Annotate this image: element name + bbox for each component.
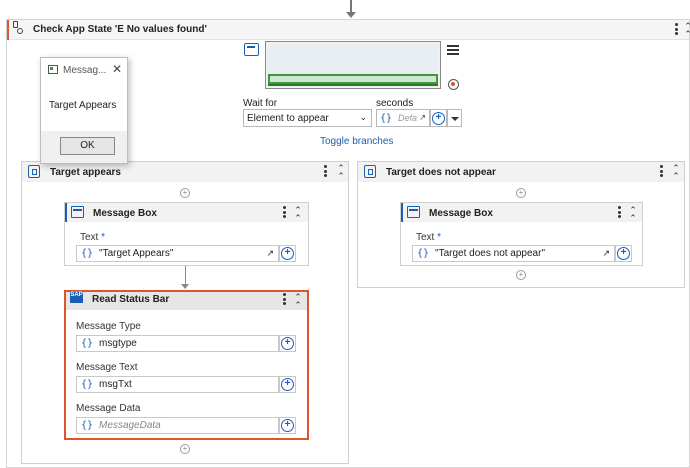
- chevron-down-icon: ⌄: [359, 112, 367, 122]
- expression-icon: {}: [81, 248, 94, 259]
- expression-icon: {}: [81, 338, 94, 349]
- expression-icon: {}: [380, 112, 393, 124]
- seconds-dropdown-button[interactable]: [447, 109, 462, 127]
- plus-icon: +: [432, 111, 445, 125]
- caret-down-icon: [451, 117, 459, 121]
- message-text-label: Message Text: [76, 362, 138, 373]
- expression-icon: {}: [81, 420, 94, 431]
- message-type-add-button[interactable]: +: [279, 335, 296, 352]
- text-label: Text *: [80, 232, 106, 243]
- message-type-input[interactable]: {} msgtype: [76, 335, 279, 352]
- message-box-menu-icon[interactable]: [282, 206, 286, 218]
- text-value: "Target does not appear": [435, 248, 545, 259]
- target-screenshot: [265, 41, 441, 89]
- target-status-icon[interactable]: [448, 79, 459, 90]
- text-input[interactable]: {} "Target Appears" ↗: [76, 245, 279, 262]
- message-text-add-button[interactable]: +: [279, 376, 296, 393]
- check-app-state-icon: [12, 21, 24, 35]
- message-box-collapse-icon[interactable]: ⌃ ⌃: [628, 206, 638, 223]
- sequence-icon: [28, 165, 40, 178]
- expand-icon[interactable]: ↗: [602, 248, 610, 259]
- message-box-icon: [71, 206, 84, 218]
- read-status-bar-collapse-icon[interactable]: ⌃ ⌃: [293, 293, 303, 310]
- plus-icon: +: [281, 378, 294, 391]
- read-status-bar-title: Read Status Bar: [92, 294, 170, 305]
- text-add-button[interactable]: +: [615, 245, 632, 262]
- toggle-branches-link[interactable]: Toggle branches: [320, 136, 393, 147]
- add-activity-icon[interactable]: +: [516, 270, 526, 280]
- read-status-bar-menu-icon[interactable]: [282, 293, 286, 305]
- text-label: Text *: [416, 232, 442, 243]
- incoming-arrow-icon: [346, 12, 356, 18]
- dialog-title: Messag...: [63, 65, 107, 76]
- message-box-title: Message Box: [93, 208, 157, 219]
- add-activity-icon[interactable]: +: [180, 188, 190, 198]
- message-data-label: Message Data: [76, 403, 141, 414]
- wait-for-select[interactable]: Element to appear ⌄: [243, 109, 372, 127]
- ok-button-label: OK: [80, 140, 95, 151]
- wait-for-label: Wait for: [243, 98, 278, 109]
- message-text-input[interactable]: {} msgTxt: [76, 376, 279, 393]
- dialog-app-icon: [48, 65, 58, 74]
- activity-title: Check App State 'E No values found': [33, 24, 207, 35]
- seconds-input[interactable]: {} Defa ↗: [376, 109, 430, 127]
- arrow-down-icon: [181, 284, 189, 289]
- seconds-label: seconds: [376, 98, 414, 109]
- message-type-value: msgtype: [99, 338, 137, 349]
- plus-icon: +: [281, 337, 294, 350]
- text-add-button[interactable]: +: [279, 245, 296, 262]
- branch-collapse-icon[interactable]: ⌃ ⌃: [336, 164, 346, 181]
- message-text-value: msgTxt: [99, 379, 132, 390]
- branch-menu-icon[interactable]: [659, 165, 663, 177]
- expression-icon: {}: [417, 248, 430, 259]
- indicate-target-icon[interactable]: [244, 43, 259, 56]
- message-box-icon: [407, 206, 420, 218]
- branch-menu-icon[interactable]: [323, 165, 327, 177]
- seconds-add-button[interactable]: +: [430, 109, 447, 127]
- target-appears-title: Target appears: [50, 167, 121, 178]
- expression-icon: {}: [81, 379, 94, 390]
- message-data-add-button[interactable]: +: [279, 417, 296, 434]
- plus-icon: +: [617, 247, 630, 260]
- message-data-placeholder: MessageData: [99, 420, 161, 431]
- target-does-not-appear-title: Target does not appear: [386, 167, 496, 178]
- activity-collapse-icon[interactable]: ⌃ ⌃: [683, 22, 690, 39]
- add-activity-icon[interactable]: +: [180, 444, 190, 454]
- message-dialog[interactable]: Messag... ✕ Target Appears OK: [40, 57, 128, 164]
- plus-icon: +: [281, 419, 294, 432]
- message-box-title: Message Box: [429, 208, 493, 219]
- sequence-icon: [364, 165, 376, 178]
- sap-icon: SAP: [70, 292, 83, 303]
- text-value: "Target Appears": [99, 248, 174, 259]
- message-type-label: Message Type: [76, 321, 141, 332]
- activity-menu-icon[interactable]: [674, 23, 678, 35]
- header-marker: [7, 20, 9, 40]
- message-data-input[interactable]: {} MessageData: [76, 417, 279, 434]
- add-activity-icon[interactable]: +: [516, 188, 526, 198]
- target-menu-icon[interactable]: [447, 43, 459, 55]
- text-input[interactable]: {} "Target does not appear" ↗: [412, 245, 615, 262]
- expand-icon[interactable]: ↗: [266, 248, 274, 259]
- dialog-close-icon[interactable]: ✕: [112, 62, 122, 76]
- plus-icon: +: [281, 247, 294, 260]
- dialog-text: Target Appears: [49, 100, 117, 111]
- message-box-collapse-icon[interactable]: ⌃ ⌃: [293, 206, 303, 223]
- message-box-menu-icon[interactable]: [617, 206, 621, 218]
- expand-icon[interactable]: ↗: [419, 113, 426, 122]
- ok-button[interactable]: OK: [60, 137, 115, 155]
- wait-for-value: Element to appear: [247, 112, 329, 124]
- branch-collapse-icon[interactable]: ⌃ ⌃: [671, 164, 681, 181]
- seconds-placeholder: Defa: [398, 113, 418, 123]
